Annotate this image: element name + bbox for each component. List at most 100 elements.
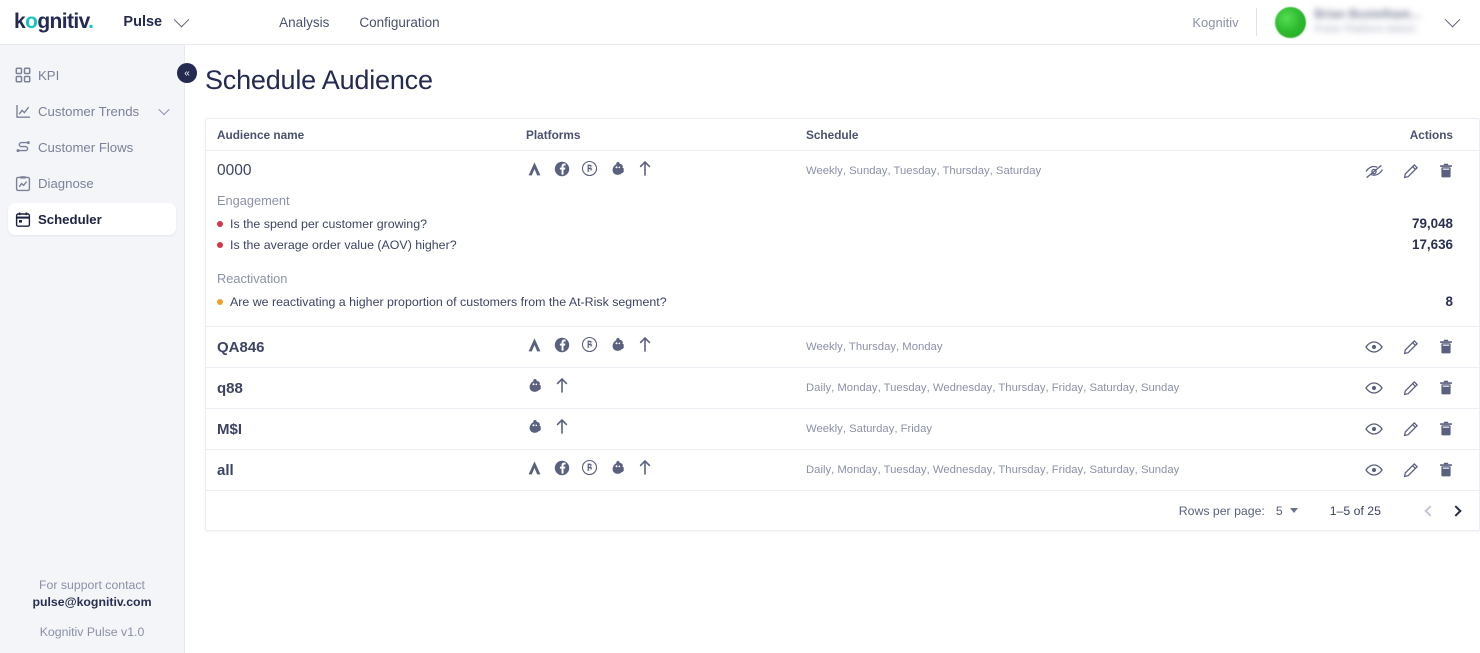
account-menu[interactable]: Brian Bustelham... Pulse Platform Admin (1257, 6, 1421, 38)
app-switcher[interactable]: Pulse (123, 11, 190, 30)
schedule-token: Thursday (992, 464, 1045, 476)
klaviyo-icon[interactable] (555, 418, 569, 440)
chevron-down-icon (1289, 508, 1298, 513)
schedule-token: Monday (896, 341, 942, 353)
schedule-token: Sunday (1135, 464, 1179, 476)
platform-icons (526, 418, 806, 440)
facebook-icon[interactable] (554, 161, 570, 182)
delete-button[interactable] (1439, 163, 1453, 179)
bloomreach-icon[interactable] (581, 336, 598, 358)
sidebar-collapse-button[interactable]: « (177, 63, 197, 83)
schedule-token: Saturday (1083, 382, 1134, 394)
audience-name[interactable]: q88 (206, 380, 526, 397)
klaviyo-icon[interactable] (638, 336, 652, 358)
audience-name[interactable]: QA846 (206, 339, 526, 356)
toggle-visibility-button[interactable] (1365, 422, 1383, 436)
delete-button[interactable] (1439, 462, 1453, 478)
mailchimp-icon[interactable] (609, 160, 627, 182)
facebook-icon[interactable] (554, 337, 570, 358)
sidebar-item-scheduler[interactable]: Scheduler (8, 203, 176, 235)
toggle-visibility-button[interactable] (1365, 164, 1383, 179)
sidebar-item-customer-trends[interactable]: Customer Trends (8, 95, 176, 127)
edit-button[interactable] (1403, 380, 1419, 396)
schedule-token: Weekly (806, 341, 843, 353)
edit-button[interactable] (1403, 339, 1419, 355)
attentive-icon[interactable] (526, 460, 543, 481)
attentive-icon[interactable] (526, 161, 543, 182)
sidebar-item-label: Customer Trends (38, 103, 140, 119)
row-actions (1249, 339, 1479, 355)
rows-per-page-label: Rows per page: (1178, 503, 1265, 518)
edit-button[interactable] (1403, 163, 1419, 179)
klaviyo-icon[interactable] (555, 377, 569, 399)
table-row[interactable]: q88 DailyMondayTuesdayWednesdayThursdayF… (206, 368, 1479, 409)
detail-question-row: Are we reactivating a higher proportion … (217, 291, 1479, 312)
platform-icons (526, 160, 806, 182)
calendar-icon (8, 211, 38, 228)
detail-question-value: 17,636 (1412, 237, 1453, 252)
audience-name[interactable]: 0000 (206, 162, 526, 180)
sidebar-item-customer-flows[interactable]: Customer Flows (8, 131, 176, 163)
mailchimp-icon[interactable] (526, 418, 544, 440)
audience-name[interactable]: all (206, 462, 526, 479)
detail-question-text: Are we reactivating a higher proportion … (230, 294, 667, 309)
nav-item-analysis[interactable]: Analysis (279, 15, 329, 30)
mailchimp-icon[interactable] (609, 459, 627, 481)
table-row[interactable]: QA846 WeeklyThursdayMonday (206, 327, 1479, 368)
table-row-main[interactable]: QA846 WeeklyThursdayMonday (206, 327, 1479, 367)
attentive-icon[interactable] (526, 337, 543, 358)
app-switcher-label: Pulse (123, 14, 163, 30)
rows-per-page-value: 5 (1275, 503, 1283, 518)
chevron-right-icon (1450, 504, 1462, 517)
column-header-platforms: Platforms (526, 127, 581, 142)
platform-icons (526, 377, 806, 399)
column-header-actions: Actions (1409, 127, 1453, 142)
table-row-main[interactable]: all DailyMondayTuesdayWednesdayThursdayF… (206, 450, 1479, 490)
row-actions (1249, 380, 1479, 396)
facebook-icon[interactable] (554, 460, 570, 481)
table-row[interactable]: M$I WeeklySaturdayFriday (206, 409, 1479, 450)
edit-button[interactable] (1403, 421, 1419, 437)
audience-name[interactable]: M$I (206, 421, 526, 438)
chevron-down-icon[interactable] (1444, 11, 1461, 27)
schedule-cell: WeeklySaturdayFriday (806, 423, 1249, 435)
table-row-main[interactable]: q88 DailyMondayTuesdayWednesdayThursdayF… (206, 368, 1479, 408)
table-row[interactable]: 0000 WeeklySundayTuesdayThursdaySaturday… (206, 151, 1479, 327)
toggle-visibility-button[interactable] (1365, 340, 1383, 354)
edit-button[interactable] (1403, 462, 1419, 478)
table-row-main[interactable]: M$I WeeklySaturdayFriday (206, 409, 1479, 449)
bloomreach-icon[interactable] (581, 160, 598, 182)
sidebar-item-diagnose[interactable]: Diagnose (8, 167, 176, 199)
toggle-visibility-button[interactable] (1365, 463, 1383, 477)
support-email[interactable]: pulse@kognitiv.com (0, 594, 184, 611)
delete-button[interactable] (1439, 421, 1453, 437)
nav-item-configuration[interactable]: Configuration (359, 15, 439, 30)
table-row-main[interactable]: 0000 WeeklySundayTuesdayThursdaySaturday (206, 151, 1479, 191)
bloomreach-icon[interactable] (581, 459, 598, 481)
schedule-token: Tuesday (878, 382, 927, 394)
sidebar-item-kpi[interactable]: KPI (8, 59, 176, 91)
table-row[interactable]: all DailyMondayTuesdayWednesdayThursdayF… (206, 450, 1479, 490)
mailchimp-icon[interactable] (526, 377, 544, 399)
rows-per-page-select[interactable]: 5 (1276, 504, 1298, 518)
schedule-token: Weekly (806, 165, 843, 177)
delete-button[interactable] (1439, 380, 1453, 396)
row-detail: Engagement Is the spend per customer gro… (206, 191, 1479, 326)
chevron-down-icon[interactable] (158, 103, 170, 116)
flow-nodes-icon (8, 139, 38, 156)
account-area: Kognitiv Brian Bustelham... Pulse Platfo… (1192, 0, 1480, 45)
schedule-token: Daily (806, 464, 832, 476)
pagination-next-button[interactable] (1443, 504, 1469, 517)
brand-logo[interactable]: kognitiv. (14, 10, 94, 34)
column-header-schedule: Schedule (806, 127, 859, 142)
pagination-prev-button[interactable] (1417, 504, 1443, 517)
delete-button[interactable] (1439, 339, 1453, 355)
klaviyo-icon[interactable] (638, 160, 652, 182)
toggle-visibility-button[interactable] (1365, 381, 1383, 395)
account-name: Brian Bustelham... (1314, 9, 1421, 21)
main-nav: Analysis Configuration (279, 15, 440, 30)
detail-group: Reactivation Are we reactivating a highe… (217, 271, 1479, 312)
klaviyo-icon[interactable] (638, 459, 652, 481)
schedule-token: Monday (831, 382, 877, 394)
mailchimp-icon[interactable] (609, 336, 627, 358)
